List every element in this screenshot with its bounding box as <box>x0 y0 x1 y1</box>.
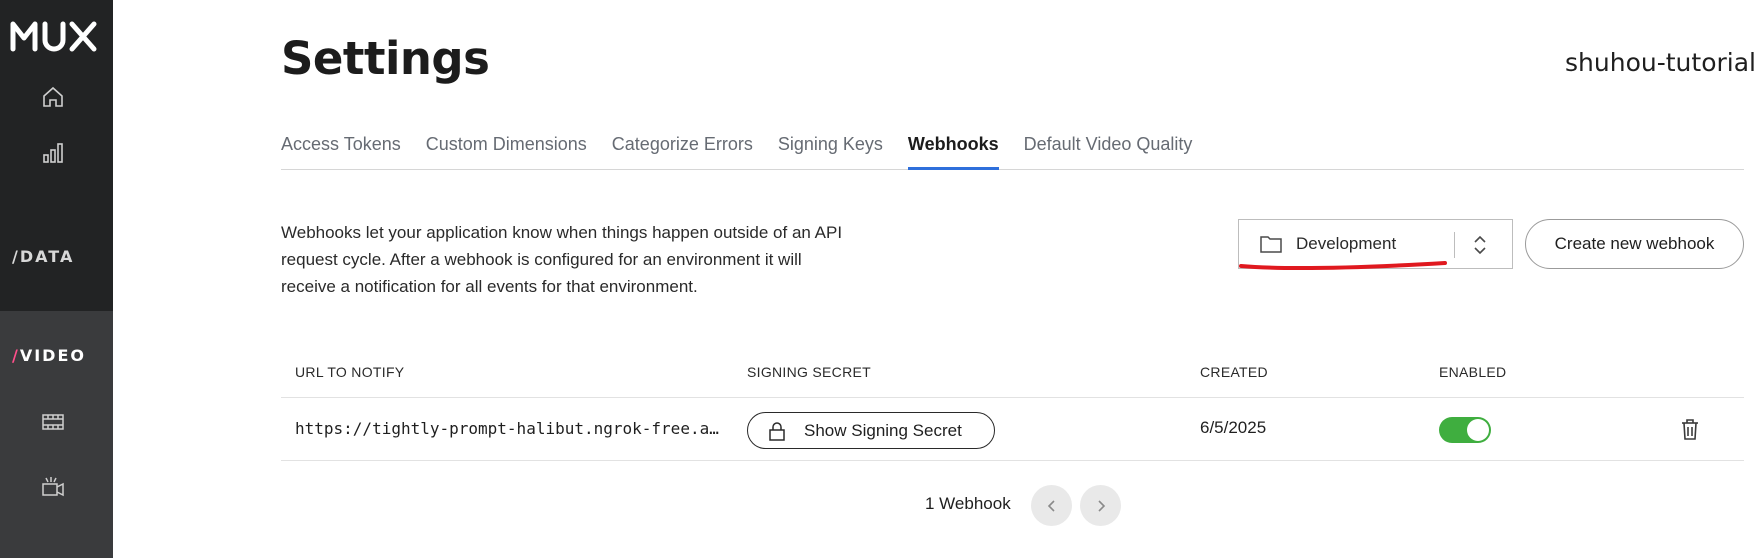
webhooks-description: Webhooks let your application know when … <box>281 223 843 296</box>
sidebar-item-data[interactable]: /DATA <box>12 247 74 266</box>
show-signing-secret-button[interactable]: Show Signing Secret <box>747 412 995 449</box>
data-label: DATA <box>19 247 75 266</box>
trash-icon[interactable] <box>1680 418 1700 440</box>
chevron-left-icon <box>1047 499 1055 512</box>
tab-default-video-quality[interactable]: Default Video Quality <box>1024 128 1193 170</box>
webhook-enabled-toggle[interactable] <box>1439 417 1491 443</box>
select-divider <box>1454 232 1455 258</box>
table-divider <box>281 397 1744 398</box>
folder-icon <box>1260 236 1282 253</box>
chevron-right-icon <box>1097 499 1105 512</box>
sidebar-item-video[interactable]: /VIDEO <box>12 346 86 365</box>
tab-custom-dimensions[interactable]: Custom Dimensions <box>426 128 587 170</box>
page-title: Settings <box>281 32 490 85</box>
home-icon[interactable] <box>38 82 68 112</box>
tab-categorize-errors[interactable]: Categorize Errors <box>612 128 753 170</box>
slash: / <box>12 247 20 266</box>
tab-access-tokens[interactable]: Access Tokens <box>281 128 401 170</box>
environment-name[interactable]: shuhou-tutorial <box>1565 48 1756 77</box>
webhook-url[interactable]: https://tightly-prompt-halibut.ngrok-fre… <box>295 419 720 438</box>
column-header-enabled: ENABLED <box>1439 364 1507 380</box>
show-signing-secret-label: Show Signing Secret <box>804 420 962 440</box>
next-page-button[interactable] <box>1080 485 1121 526</box>
mux-logo[interactable] <box>10 18 100 54</box>
video-camera-icon[interactable] <box>38 472 68 502</box>
chevron-up-down-icon <box>1474 235 1486 255</box>
column-header-url: URL TO NOTIFY <box>295 364 405 380</box>
column-header-created: CREATED <box>1200 364 1268 380</box>
slash: / <box>12 346 20 365</box>
create-webhook-button[interactable]: Create new webhook <box>1525 219 1744 269</box>
tab-signing-keys[interactable]: Signing Keys <box>778 128 883 170</box>
lock-icon <box>769 421 785 441</box>
webhook-count: 1 Webhook <box>925 494 1011 513</box>
column-header-signing-secret: SIGNING SECRET <box>747 364 871 380</box>
bar-chart-icon[interactable] <box>38 138 68 168</box>
tab-webhooks[interactable]: Webhooks <box>907 128 999 170</box>
table-divider <box>281 460 1744 461</box>
video-label: VIDEO <box>19 346 86 365</box>
film-icon[interactable] <box>38 407 68 437</box>
red-underline-annotation <box>1239 261 1447 271</box>
toggle-knob <box>1467 419 1489 441</box>
previous-page-button[interactable] <box>1031 485 1072 526</box>
sidebar: /DATA /VIDEO <box>0 0 113 558</box>
settings-tabs: Access Tokens Custom Dimensions Categori… <box>281 128 1744 170</box>
environment-select-value: Development <box>1296 234 1397 253</box>
webhook-created-date: 6/5/2025 <box>1200 418 1267 437</box>
